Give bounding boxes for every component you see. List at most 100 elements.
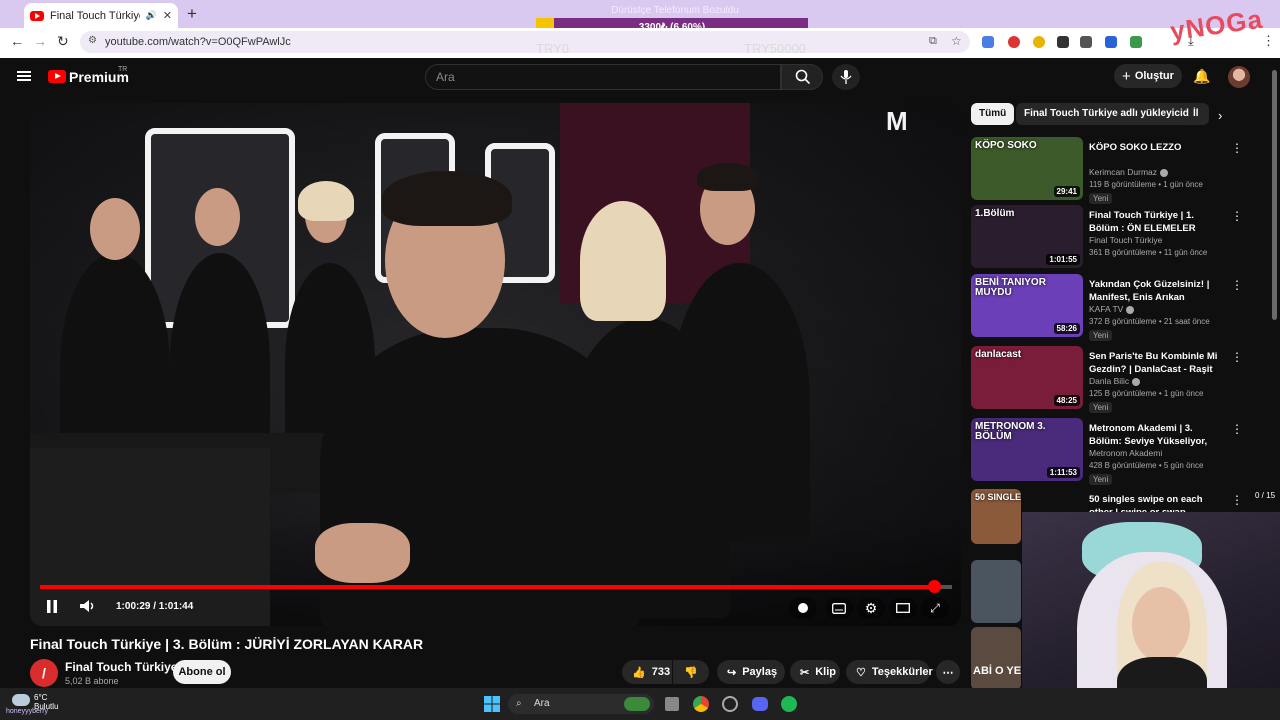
back-arrow-icon[interactable]: ←	[10, 33, 24, 49]
windows-start-icon[interactable]	[484, 696, 500, 712]
recommendation-thumbnail[interactable]	[971, 560, 1021, 623]
thumbnail-text: KÖPO SOKO	[975, 140, 1037, 151]
chrome-taskbar-icon[interactable]	[693, 696, 709, 712]
recommendation-title[interactable]: Final Touch Türkiye | 1. Bölüm : ÖN ELEM…	[1089, 209, 1221, 235]
more-vertical-icon[interactable]: ⋮	[1231, 141, 1243, 155]
spotify-taskbar-icon[interactable]	[781, 696, 797, 712]
page-scrollbar[interactable]	[1272, 70, 1277, 320]
autoplay-toggle[interactable]	[789, 597, 817, 619]
recommendation-thumbnail[interactable]: KÖPO SOKO 29:41	[971, 137, 1083, 200]
video-player[interactable]: M	[30, 103, 961, 626]
more-vertical-icon[interactable]: ⋮	[1231, 422, 1243, 436]
recommendation-item[interactable]: METRONOM 3. BÖLÜM 1:11:53 Metronom Akademi…	[971, 418, 1251, 485]
recommendation-thumbnail[interactable]: 1.Bölüm 1:01:55	[971, 205, 1083, 268]
recommendation-thumbnail[interactable]: 50 SINGLES SWIPE IRL	[971, 489, 1021, 544]
chip-all[interactable]: Tümü	[971, 103, 1015, 125]
subtitles-icon	[832, 602, 846, 614]
recommendation-channel[interactable]: Kerimcan Durmaz	[1089, 167, 1169, 177]
voice-search-button[interactable]	[832, 64, 860, 90]
user-avatar[interactable]	[1228, 66, 1250, 88]
new-tab-plus-icon[interactable]: +	[187, 4, 197, 24]
recommendation-thumbnail[interactable]: ABİ O YE	[971, 627, 1021, 690]
recommendation-item[interactable]: 1.Bölüm 1:01:55 Final Touch Türkiye | 1. B…	[971, 205, 1251, 271]
recommendation-thumbnail[interactable]: danlacast 48:25	[971, 346, 1083, 409]
recommendation-title[interactable]: Sen Paris'te Bu Kombinle Mi Gezdin? | Da…	[1089, 350, 1221, 376]
video-seek-bar[interactable]	[40, 585, 952, 589]
more-actions-button[interactable]: ⋯	[936, 660, 960, 684]
like-button[interactable]: 👍 733	[622, 660, 672, 684]
theater-mode-button[interactable]	[889, 597, 917, 619]
extension-icon[interactable]	[1057, 36, 1069, 48]
channel-avatar[interactable]: /	[30, 659, 58, 687]
video-duration: 1:01:55	[1046, 254, 1080, 265]
install-app-icon[interactable]: ⧉	[929, 35, 937, 48]
extension-icon[interactable]	[1130, 36, 1142, 48]
recommendation-channel[interactable]: Metronom Akademi	[1089, 448, 1162, 458]
recommendation-title[interactable]: KÖPO SOKO LEZZO	[1089, 141, 1221, 154]
hamburger-menu-icon[interactable]	[17, 71, 31, 81]
pause-button[interactable]	[46, 600, 58, 616]
pause-toggle-icon	[798, 603, 808, 613]
recommendation-title[interactable]: Metronom Akademi | 3. Bölüm: Seviye Yüks…	[1089, 422, 1221, 448]
search-button[interactable]	[781, 64, 823, 90]
extension-icon[interactable]	[1033, 36, 1045, 48]
youtube-logo-icon[interactable]	[48, 70, 66, 83]
recommendation-thumbnail[interactable]: METRONOM 3. BÖLÜM 1:11:53	[971, 418, 1083, 481]
task-view-icon[interactable]	[665, 697, 679, 711]
thumbs-up-icon: 👍	[632, 666, 646, 679]
more-vertical-icon[interactable]: ⋮	[1231, 350, 1243, 364]
volume-button[interactable]	[79, 599, 97, 616]
video-seek-handle[interactable]	[927, 580, 941, 593]
browser-tab[interactable]: Final Touch Türkiye | 3. Bölü 🔊 ✕	[24, 3, 178, 28]
thumbnail-text: 1.Bölüm	[975, 208, 1015, 219]
forward-arrow-icon[interactable]: →	[33, 33, 47, 49]
overlay-counter: 0 / 15	[1255, 491, 1276, 500]
app-taskbar-icon[interactable]	[722, 696, 738, 712]
puzzle-extension-icon[interactable]	[1080, 36, 1092, 48]
chip-related[interactable]: İl	[1189, 103, 1205, 125]
create-button[interactable]: + Oluştur	[1114, 64, 1182, 88]
recommendation-channel[interactable]: Danla Bilic	[1089, 376, 1141, 386]
recommendation-channel[interactable]: KAFA TV	[1089, 304, 1135, 314]
donation-goal-title: Dürüstçe Telefonum Bozuldu	[611, 5, 739, 16]
more-vertical-icon[interactable]: ⋮	[1231, 493, 1243, 507]
recommendation-thumbnail[interactable]: BENİ TANIYOR MUYDU 58:26	[971, 274, 1083, 337]
video-duration: 48:25	[1053, 395, 1080, 406]
recommendation-item[interactable]: danlacast 48:25 Sen Paris'te Bu Kombinle M…	[971, 346, 1251, 413]
pause-icon	[47, 600, 57, 613]
dislike-button[interactable]: 👎	[673, 660, 709, 684]
recommendation-item[interactable]: BENİ TANIYOR MUYDU 58:26 Yakından Çok Güze…	[971, 274, 1251, 341]
weather-cloud-icon	[12, 694, 30, 706]
clip-button[interactable]: ✂ Klip	[790, 660, 840, 684]
region-label: TR	[118, 66, 128, 73]
plus-icon: +	[1122, 67, 1131, 85]
settings-button[interactable]: ⚙	[857, 597, 885, 619]
discord-taskbar-icon[interactable]	[752, 697, 768, 711]
reload-icon[interactable]: ↻	[57, 33, 69, 50]
subtitles-button[interactable]	[825, 597, 853, 619]
video-frame: M	[30, 103, 961, 626]
more-vertical-icon[interactable]: ⋮	[1231, 209, 1243, 223]
browser-menu-icon[interactable]: ⋮	[1262, 33, 1275, 49]
thumbnail-text: ABİ O YE	[973, 665, 1021, 677]
share-arrow-icon: ↪	[727, 666, 737, 679]
channel-name[interactable]: Final Touch Türkiye	[65, 660, 177, 674]
fullscreen-button[interactable]: ⤢	[921, 597, 949, 619]
bookmark-star-icon[interactable]: ☆	[951, 34, 962, 48]
recommendation-channel[interactable]: Final Touch Türkiye	[1089, 235, 1162, 245]
recommendation-title[interactable]: Yakından Çok Güzelsiniz! | Manifest, Eni…	[1089, 278, 1221, 304]
thanks-button[interactable]: ♡ Teşekkürler	[846, 660, 933, 684]
chip-from-uploader[interactable]: Final Touch Türkiye adlı yükleyiciden	[1016, 103, 1209, 125]
site-info-icon[interactable]: ⚙	[88, 35, 97, 46]
extension-icon[interactable]	[1105, 36, 1117, 48]
close-tab-icon[interactable]: ✕	[163, 9, 172, 22]
share-button[interactable]: ↪ Paylaş	[717, 660, 785, 684]
chevron-right-icon[interactable]: ›	[1218, 108, 1222, 123]
extension-icon[interactable]	[1008, 36, 1020, 48]
notifications-bell-icon[interactable]: 🔔	[1193, 68, 1210, 85]
subscribe-button[interactable]: Abone ol	[173, 660, 231, 684]
recommendation-item[interactable]: KÖPO SOKO 29:41 KÖPO SOKO LEZZO Kerimcan Du…	[971, 137, 1251, 204]
translate-extension-icon[interactable]	[982, 36, 994, 48]
search-input[interactable]: Ara	[425, 64, 781, 90]
more-vertical-icon[interactable]: ⋮	[1231, 278, 1243, 292]
